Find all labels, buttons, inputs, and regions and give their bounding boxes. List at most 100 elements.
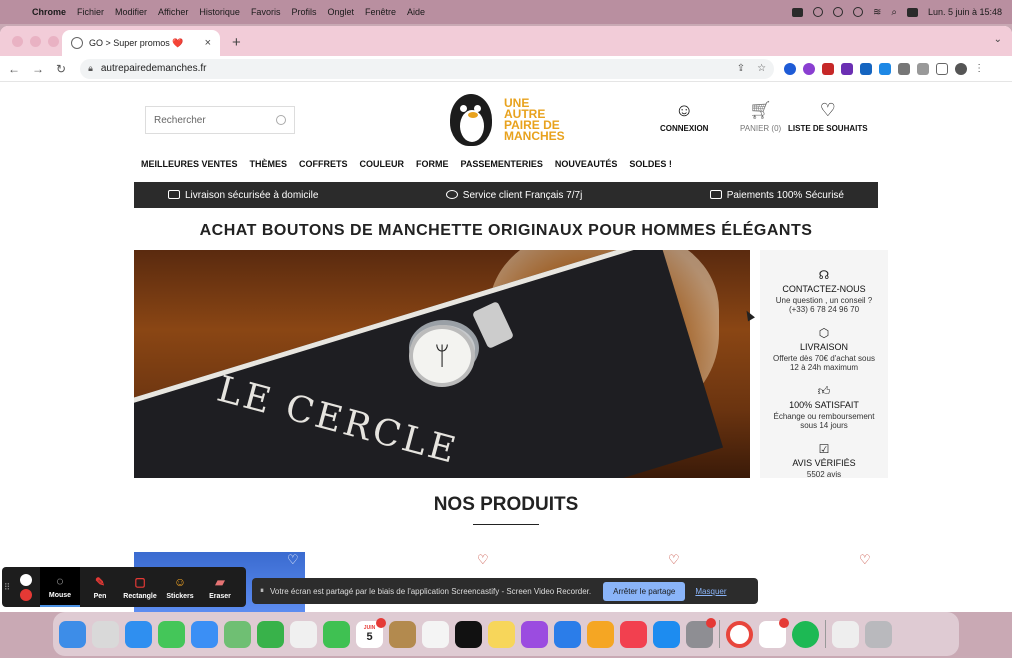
side-panel-icon[interactable] — [936, 62, 949, 75]
music-icon[interactable] — [620, 620, 647, 648]
close-window-button[interactable] — [12, 36, 23, 47]
slack-icon[interactable] — [759, 617, 789, 648]
mail-icon[interactable] — [191, 620, 218, 648]
menu-favoris[interactable]: Favoris — [251, 7, 281, 17]
screencast-status-icon[interactable] — [791, 7, 803, 17]
calendar-icon[interactable]: JUIN 5 — [356, 617, 386, 648]
address-bar[interactable]: 🔒︎ autrepairedemanches.fr ⇪ ☆ — [80, 58, 775, 79]
wifi-icon[interactable]: ≋ — [873, 7, 881, 18]
nav-meilleures-ventes[interactable]: MEILLEURES VENTES — [141, 159, 238, 169]
extension-icon[interactable] — [879, 62, 892, 75]
wishlist-heart-icon[interactable]: ♡ — [859, 552, 871, 568]
nav-forme[interactable]: FORME — [416, 159, 449, 169]
cart-link[interactable]: 🛒︎ PANIER (0) — [740, 100, 781, 133]
spotify-icon[interactable] — [792, 620, 819, 648]
wishlist-heart-icon[interactable]: ♡ — [287, 552, 299, 568]
tab-search-chevron-icon[interactable]: ⌄ — [994, 34, 1002, 45]
numbers-icon[interactable] — [257, 620, 284, 648]
zoom-window-button[interactable] — [48, 36, 59, 47]
keynote-icon[interactable] — [554, 620, 581, 648]
browser-tab[interactable]: GO > Super promos ❤️ × — [62, 30, 220, 56]
puzzle-icon[interactable] — [898, 62, 911, 75]
login-link[interactable]: ☺ CONNEXION — [660, 100, 708, 133]
downloads-stack-icon[interactable] — [832, 620, 859, 648]
finder-icon[interactable] — [59, 620, 86, 648]
wishlist-link[interactable]: ♡ LISTE DE SOUHAITS — [788, 100, 868, 133]
reading-list-icon[interactable] — [917, 62, 930, 75]
facetime-icon[interactable] — [323, 620, 350, 648]
lock-icon[interactable]: 🔒︎ — [88, 63, 93, 74]
record-icon[interactable] — [832, 7, 843, 17]
spotlight-icon[interactable]: ⌕ — [891, 7, 897, 18]
nav-couleur[interactable]: COULEUR — [360, 159, 405, 169]
contacts-icon[interactable] — [389, 620, 416, 648]
pause-icon[interactable]: ⏸ — [260, 586, 264, 596]
info-contact[interactable]: ☊ CONTACTEZ-NOUS Une question , un conse… — [760, 268, 888, 314]
menu-afficher[interactable]: Afficher — [158, 7, 188, 17]
hero-image[interactable]: LE CERCLE ᛘ — [134, 250, 750, 478]
site-logo[interactable]: UNE AUTRE PAIRE DE MANCHES — [446, 92, 568, 148]
nav-passementeries[interactable]: PASSEMENTERIES — [461, 159, 543, 169]
info-reviews[interactable]: ☑ AVIS VÉRIFIÉS 5502 avis — [760, 442, 888, 479]
info-satisfaction[interactable]: 👍︎ 100% SATISFAIT Échange ou rembourseme… — [760, 384, 888, 430]
nav-themes[interactable]: THÈMES — [250, 159, 288, 169]
podcasts-icon[interactable] — [521, 620, 548, 648]
url-text[interactable]: autrepairedemanches.fr — [101, 63, 207, 74]
reminders-icon[interactable] — [422, 620, 449, 648]
maps-icon[interactable] — [224, 620, 251, 648]
menu-historique[interactable]: Historique — [199, 7, 240, 17]
mute-icon[interactable] — [812, 7, 823, 17]
chrome-icon[interactable] — [726, 620, 753, 648]
more-menu-icon[interactable]: ⋮ — [974, 63, 984, 75]
extension-icon[interactable] — [841, 62, 854, 75]
menu-fichier[interactable]: Fichier — [77, 7, 104, 17]
drag-handle[interactable]: ⠿ — [2, 582, 12, 593]
nav-coffrets[interactable]: COFFRETS — [299, 159, 348, 169]
notes-icon[interactable] — [488, 620, 515, 648]
wishlist-heart-icon[interactable]: ♡ — [668, 552, 680, 568]
stickers-tool[interactable]: ☺ Stickers — [160, 567, 200, 607]
menu-fenetre[interactable]: Fenêtre — [365, 7, 396, 17]
reload-icon[interactable]: ↻ — [56, 62, 66, 76]
messages-icon[interactable] — [158, 620, 185, 648]
trash-icon[interactable] — [865, 620, 892, 648]
pause-recording-button[interactable] — [20, 573, 32, 586]
photos-icon[interactable] — [290, 620, 317, 648]
extension-icon[interactable] — [860, 62, 873, 75]
stop-sharing-button[interactable]: Arrêter le partage — [603, 581, 686, 601]
apple-tv-icon[interactable] — [455, 620, 482, 648]
menu-modifier[interactable]: Modifier — [115, 7, 147, 17]
extension-icon[interactable] — [822, 62, 835, 75]
eraser-tool[interactable]: ▰ Eraser — [200, 567, 240, 607]
extension-icon[interactable] — [803, 62, 816, 75]
bookmark-star-icon[interactable]: ☆ — [757, 63, 766, 74]
menu-onglet[interactable]: Onglet — [327, 7, 354, 17]
clock[interactable]: Lun. 5 juin à 15:48 — [928, 7, 1002, 17]
hide-notice-link[interactable]: Masquer — [695, 587, 726, 596]
search-input[interactable]: Rechercher — [145, 106, 295, 134]
profile-avatar[interactable] — [955, 62, 968, 75]
play-icon[interactable] — [852, 7, 863, 17]
pen-tool[interactable]: ✎ Pen — [80, 567, 120, 607]
new-tab-button[interactable]: + — [232, 34, 241, 51]
menu-profils[interactable]: Profils — [291, 7, 316, 17]
system-settings-icon[interactable] — [686, 617, 716, 648]
search-icon[interactable] — [276, 115, 286, 125]
info-delivery[interactable]: ⬡ LIVRAISON Offerte dès 70€ d'achat sous… — [760, 326, 888, 372]
tab-close-icon[interactable]: × — [205, 37, 211, 49]
pages-icon[interactable] — [587, 620, 614, 648]
menu-aide[interactable]: Aide — [407, 7, 425, 17]
nav-nouveautes[interactable]: NOUVEAUTÉS — [555, 159, 618, 169]
control-center-icon[interactable] — [906, 7, 918, 17]
back-icon[interactable]: ← — [8, 62, 20, 76]
stop-recording-button[interactable] — [20, 588, 32, 601]
app-store-icon[interactable] — [653, 620, 680, 648]
rectangle-tool[interactable]: ▢ Rectangle — [120, 567, 160, 607]
share-icon[interactable]: ⇪ — [737, 63, 745, 74]
menu-app-name[interactable]: Chrome — [32, 7, 66, 17]
extension-icon[interactable] — [784, 62, 797, 75]
minimize-window-button[interactable] — [30, 36, 41, 47]
wishlist-heart-icon[interactable]: ♡ — [477, 552, 489, 568]
mouse-tool[interactable]: ◌ Mouse — [40, 567, 80, 607]
forward-icon[interactable]: → — [32, 62, 44, 76]
